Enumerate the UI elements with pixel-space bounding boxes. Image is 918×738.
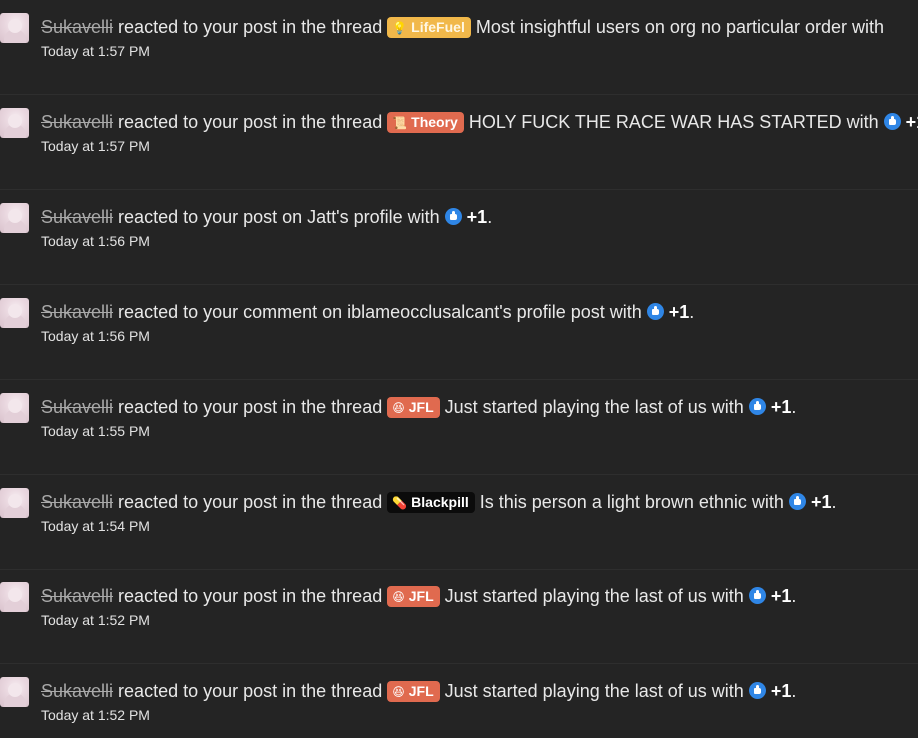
alert-text: Sukavelli reacted to your post in the th… [41, 492, 837, 513]
alert-timestamp: Today at 1:56 PM [41, 328, 150, 344]
laughing-face-icon: 😆 [392, 590, 405, 604]
reaction-label: +1 [810, 492, 832, 512]
like-icon [444, 208, 462, 225]
username-link[interactable]: Sukavelli [41, 586, 113, 606]
avatar[interactable] [0, 582, 29, 612]
alert-item[interactable]: Sukavelli reacted to your post in the th… [0, 0, 918, 95]
avatar[interactable] [0, 203, 29, 233]
alert-action-text: reacted to your post in the thread [113, 586, 388, 606]
alert-item[interactable]: Sukavelli reacted to your post in the th… [0, 95, 918, 190]
username-link[interactable]: Sukavelli [41, 302, 113, 322]
alert-timestamp: Today at 1:57 PM [41, 43, 150, 59]
thread-title-link[interactable]: Is this person a light brown ethnic [475, 492, 747, 512]
thread-title-link[interactable]: Just started playing the last of us [440, 586, 707, 606]
thread-prefix-badge[interactable]: 📜 Theory [387, 112, 464, 133]
username-link[interactable]: Sukavelli [41, 681, 113, 701]
username-link[interactable]: Sukavelli [41, 397, 113, 417]
lightbulb-icon: 💡 [392, 21, 408, 35]
thread-prefix-badge[interactable]: 💡 LifeFuel [387, 17, 471, 38]
alert-timestamp: Today at 1:52 PM [41, 612, 150, 628]
avatar[interactable] [0, 677, 29, 707]
alert-text: Sukavelli reacted to your post in the th… [41, 681, 797, 702]
alert-item[interactable]: Sukavelli reacted to your post in the th… [0, 569, 918, 664]
alert-item[interactable]: Sukavelli reacted to your post in the th… [0, 475, 918, 570]
alert-text: Sukavelli reacted to your post in the th… [41, 15, 884, 39]
alert-item[interactable]: Sukavelli reacted to your post on Jatt's… [0, 190, 918, 285]
alert-action-text: reacted to your post in the thread [113, 112, 388, 132]
alert-timestamp: Today at 1:54 PM [41, 518, 150, 534]
pills-icon: 💊 [392, 496, 408, 510]
like-icon [748, 587, 766, 604]
like-icon [748, 398, 766, 415]
thread-title-link[interactable]: Just started playing the last of us [440, 397, 707, 417]
like-icon [748, 682, 766, 699]
avatar[interactable] [0, 108, 29, 138]
alerts-list: Sukavelli reacted to your post in the th… [0, 0, 918, 738]
reaction-label: +1 [668, 302, 690, 322]
reaction-label: +1 [905, 112, 918, 132]
like-icon [646, 303, 664, 320]
alert-action-text: reacted to your post in the thread [113, 17, 388, 37]
thread-title-link[interactable]: HOLY FUCK THE RACE WAR HAS STARTED [464, 112, 842, 132]
alert-timestamp: Today at 1:55 PM [41, 423, 150, 439]
alert-item[interactable]: Sukavelli reacted to your comment on ibl… [0, 285, 918, 380]
reaction-label: +1 [770, 586, 792, 606]
thread-prefix-badge[interactable]: 😆 JFL [387, 397, 440, 418]
alert-text: Sukavelli reacted to your comment on ibl… [41, 302, 695, 322]
alert-text: Sukavelli reacted to your post in the th… [41, 586, 797, 607]
scroll-icon: 📜 [392, 116, 408, 130]
username-link[interactable]: Sukavelli [41, 112, 113, 132]
reaction-label: +1 [466, 207, 488, 227]
username-link[interactable]: Sukavelli [41, 17, 113, 37]
thread-title-link[interactable]: Just started playing the last of us [440, 681, 707, 701]
username-link[interactable]: Sukavelli [41, 492, 113, 512]
like-icon [788, 493, 806, 510]
avatar[interactable] [0, 488, 29, 518]
profile-post-link[interactable]: reacted to your post on Jatt's profile [113, 207, 403, 227]
reaction-label: +1 [770, 681, 792, 701]
thread-prefix-badge[interactable]: 💊 Blackpill [387, 492, 475, 513]
alert-timestamp: Today at 1:56 PM [41, 233, 150, 249]
alert-action-text: reacted to your post in the thread [113, 681, 388, 701]
laughing-face-icon: 😆 [392, 685, 405, 699]
alert-timestamp: Today at 1:57 PM [41, 138, 150, 154]
thread-prefix-badge[interactable]: 😆 JFL [387, 681, 440, 702]
thread-title-link[interactable]: Most insightful users on org no particul… [471, 17, 884, 37]
avatar[interactable] [0, 298, 29, 328]
alert-text: Sukavelli reacted to your post in the th… [41, 110, 918, 134]
avatar[interactable] [0, 393, 29, 423]
alert-text: Sukavelli reacted to your post in the th… [41, 397, 797, 418]
laughing-face-icon: 😆 [392, 401, 405, 415]
alert-action-text: reacted to your post in the thread [113, 397, 388, 417]
alert-action-text: reacted to your post in the thread [113, 492, 388, 512]
alert-item[interactable]: Sukavelli reacted to your post in the th… [0, 664, 918, 738]
alert-item[interactable]: Sukavelli reacted to your post in the th… [0, 380, 918, 475]
thread-prefix-badge[interactable]: 😆 JFL [387, 586, 440, 607]
reaction-label: +1 [770, 397, 792, 417]
avatar[interactable] [0, 13, 29, 43]
profile-comment-link[interactable]: reacted to your comment on iblameocclusa… [113, 302, 605, 322]
alert-timestamp: Today at 1:52 PM [41, 707, 150, 723]
username-link[interactable]: Sukavelli [41, 207, 113, 227]
alert-text: Sukavelli reacted to your post on Jatt's… [41, 207, 493, 227]
like-icon [883, 113, 901, 130]
